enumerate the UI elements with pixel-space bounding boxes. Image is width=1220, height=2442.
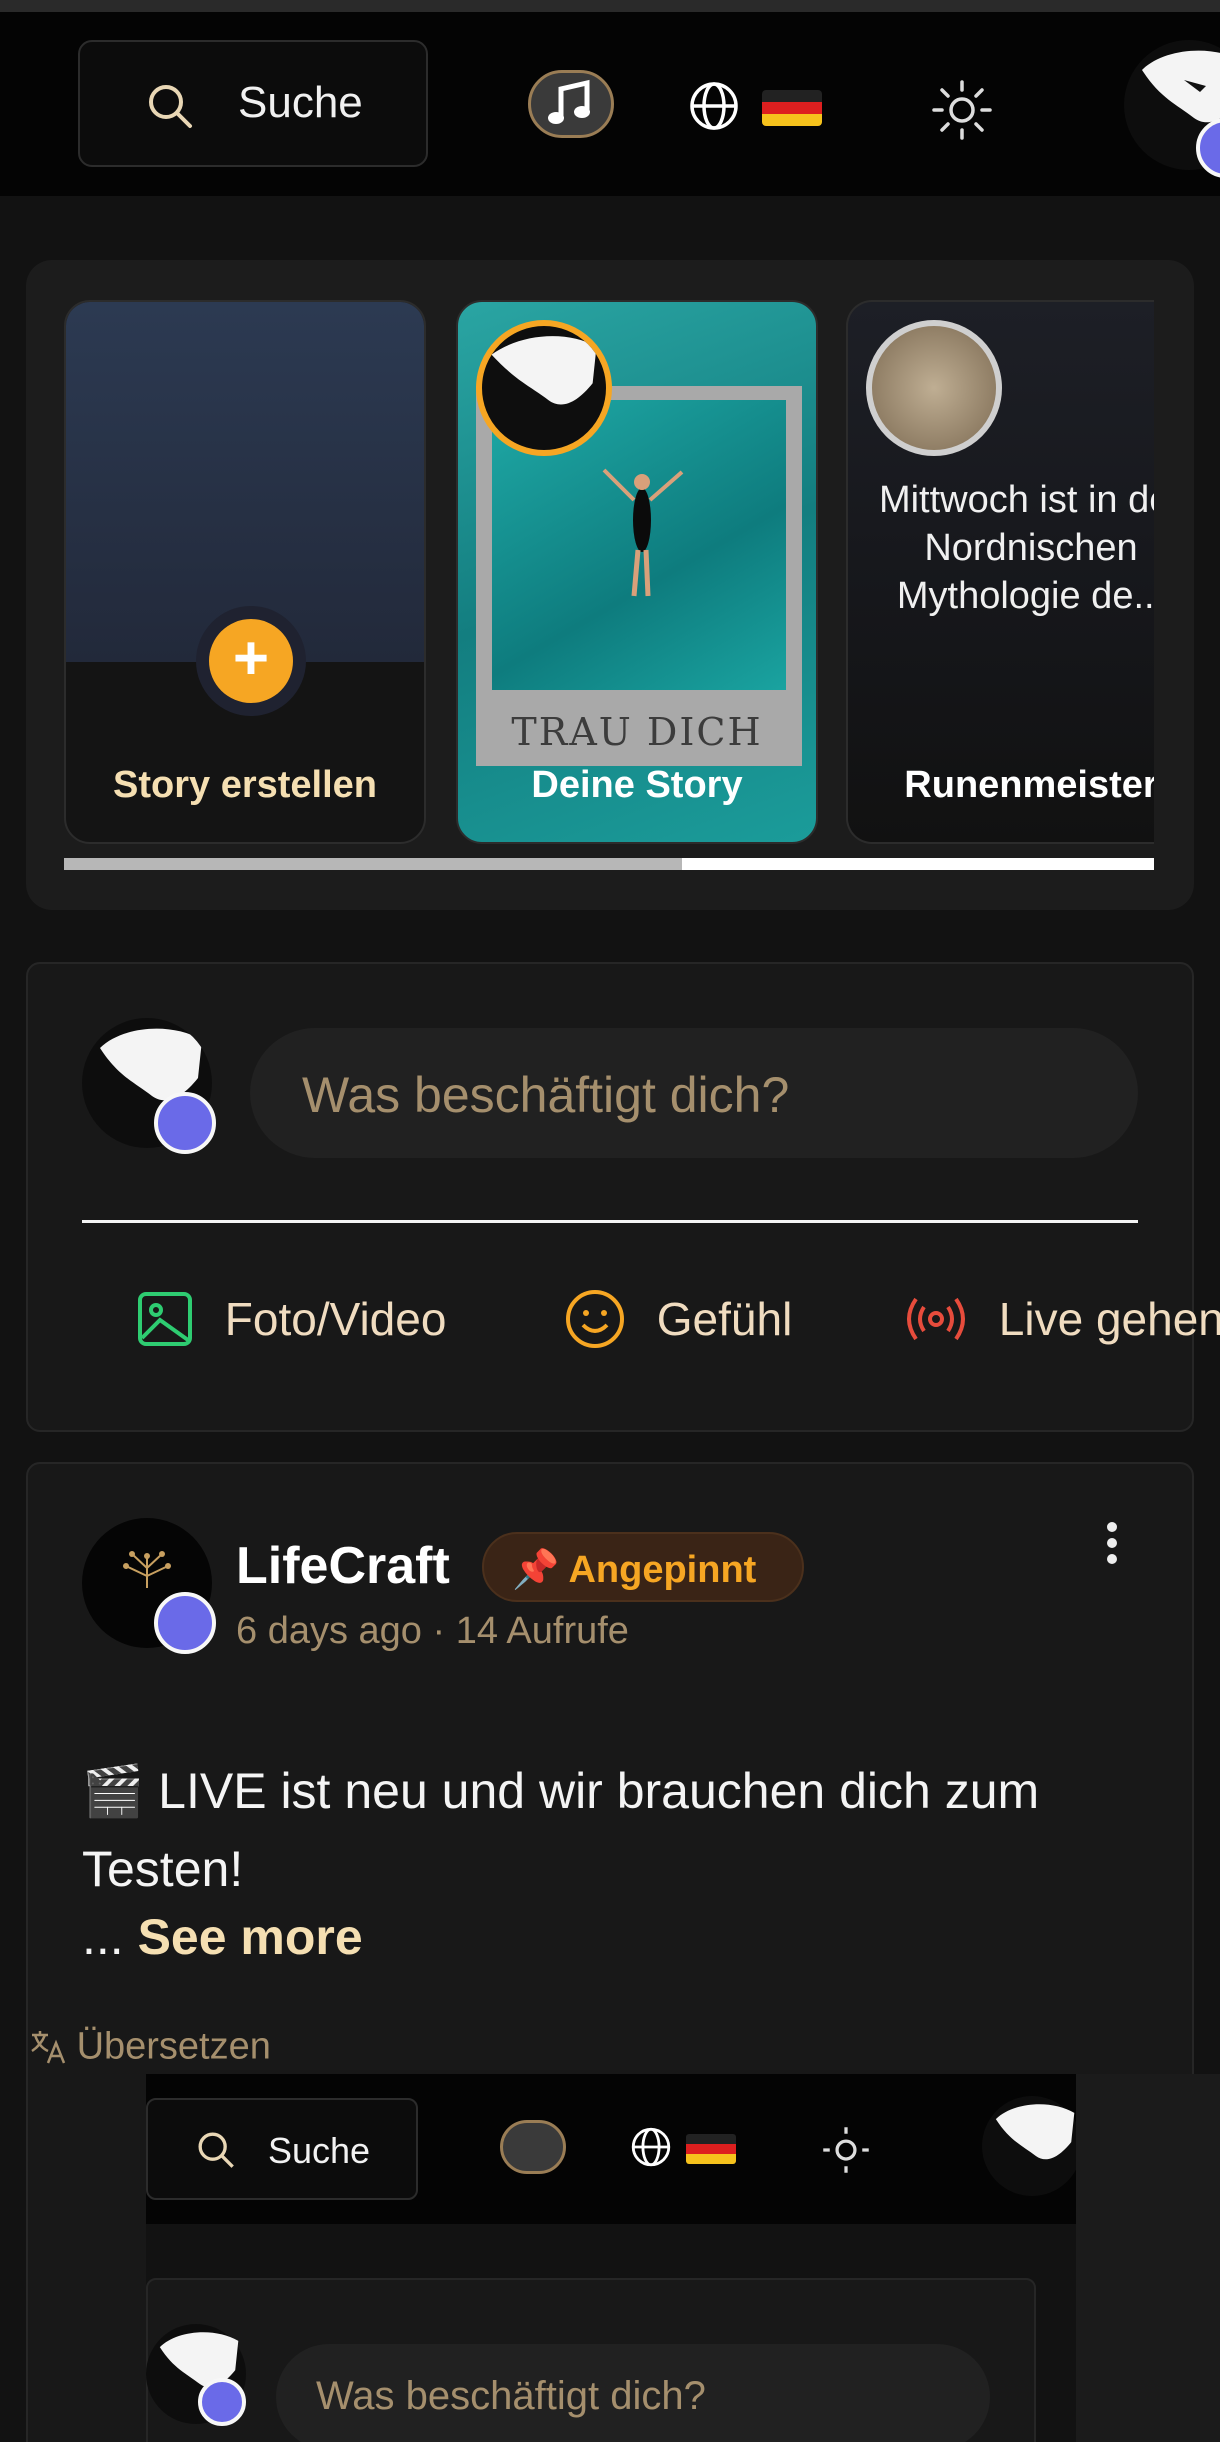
translate-icon	[31, 2030, 66, 2064]
story-label: Runenmeister	[904, 764, 1154, 806]
story-image-text: TRAU DICH	[511, 710, 763, 754]
action-label: Gefühl	[656, 1293, 793, 1345]
verified-badge-icon	[154, 1592, 216, 1654]
smiley-icon	[566, 1290, 624, 1348]
flag-de-icon[interactable]	[762, 90, 822, 126]
post-text: 🎬 LIVE ist neu und wir brauchen dich zum…	[82, 1763, 1040, 1897]
translate-button[interactable]: Übersetzen	[30, 2024, 271, 2068]
story-runenmeister[interactable]: Mittwoch ist in der Nordnischen Mytholog…	[846, 300, 1154, 844]
composer-input[interactable]: Was beschäftigt dich?	[250, 1028, 1138, 1158]
composer-placeholder: Was beschäftigt dich?	[302, 1067, 790, 1123]
action-label: Foto/Video	[224, 1292, 447, 1345]
embedded-search: Suche	[146, 2098, 418, 2200]
pinned-badge: 📌 Angepinnt	[482, 1532, 804, 1602]
plus-icon[interactable]: +	[209, 619, 293, 703]
translate-label: Übersetzen	[76, 2025, 271, 2068]
sun-icon	[823, 2127, 869, 2173]
story-avatar	[476, 320, 612, 456]
see-more-link[interactable]: See more	[138, 1909, 363, 1965]
story-label: Deine Story	[531, 764, 743, 806]
theme-toggle[interactable]	[930, 78, 994, 147]
story-create[interactable]: + Story erstellen	[64, 300, 426, 844]
search-button[interactable]: Suche	[78, 40, 428, 167]
image-icon	[138, 1291, 192, 1346]
search-icon	[149, 85, 192, 128]
stories-scroll-thumb[interactable]	[64, 858, 682, 870]
see-more[interactable]: ... See more	[82, 1908, 363, 1966]
flag-de-icon	[686, 2134, 736, 2164]
feeling-button[interactable]: Gefühl	[564, 1288, 792, 1350]
story-own[interactable]: TRAU DICH Deine Story	[456, 300, 818, 844]
story-text: Mittwoch ist in der Nordnischen Mytholog…	[878, 479, 1154, 617]
globe-icon	[690, 82, 738, 130]
story-avatar	[866, 320, 1002, 456]
globe-icon	[631, 2127, 671, 2167]
sun-icon	[932, 80, 992, 140]
post-meta: 6 days ago · 14 Aufrufe	[236, 1610, 629, 1652]
story-label: Story erstellen	[113, 764, 377, 806]
search-label: Suche	[238, 78, 363, 127]
music-icon	[548, 79, 590, 124]
divider	[82, 1220, 1138, 1223]
music-icon	[500, 2120, 566, 2174]
status-strip	[0, 0, 1220, 12]
music-button[interactable]	[528, 70, 614, 138]
avatar	[982, 2096, 1076, 2196]
live-icon	[907, 1297, 965, 1341]
photo-video-button[interactable]: Foto/Video	[136, 1288, 446, 1348]
verified-badge-icon	[154, 1092, 216, 1154]
action-label: Live gehen	[998, 1293, 1220, 1345]
search-icon	[198, 2132, 234, 2168]
post-author-name[interactable]: LifeCraft	[236, 1536, 450, 1596]
image-margin	[1076, 2074, 1220, 2442]
post-image[interactable]: Suche Was beschäftigt dich?	[146, 2074, 1076, 2442]
language-button[interactable]	[688, 80, 740, 137]
go-live-button[interactable]: Live gehen	[904, 1288, 1220, 1350]
more-options-icon[interactable]	[1100, 1522, 1124, 1568]
verified-badge-icon	[198, 2378, 246, 2426]
